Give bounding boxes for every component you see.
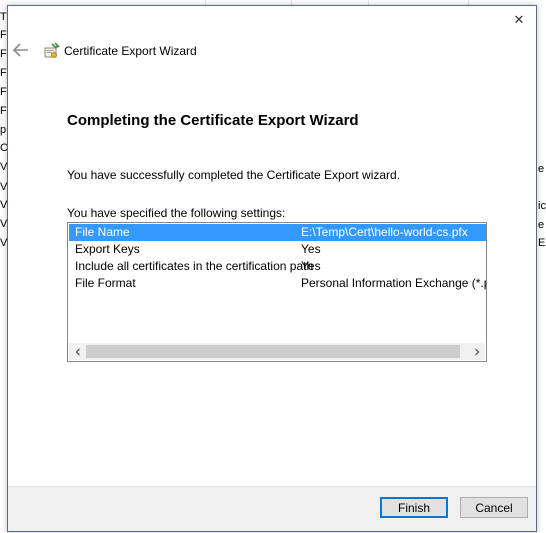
certificate-wizard-icon	[43, 42, 61, 60]
finish-button-label: Finish	[397, 500, 430, 515]
setting-name: Export Keys	[75, 242, 140, 256]
background-text: e	[538, 219, 545, 231]
page-title: Completing the Certificate Export Wizard	[67, 112, 359, 129]
background-text: E	[538, 237, 546, 249]
setting-name: File Format	[75, 276, 136, 290]
chevron-left-icon	[75, 348, 80, 355]
setting-name: File Name	[75, 225, 130, 239]
scroll-left-button[interactable]	[69, 343, 86, 360]
setting-value: E:\Temp\Cert\hello-world-cs.pfx	[301, 225, 468, 239]
close-button[interactable]: ✕	[502, 6, 536, 34]
settings-list[interactable]: File Name E:\Temp\Cert\hello-world-cs.pf…	[67, 222, 487, 362]
background-window-right: e ic e E	[537, 0, 546, 533]
cancel-button-label: Cancel	[475, 500, 513, 515]
scrollbar-thumb[interactable]	[86, 345, 460, 358]
setting-name: Include all certificates in the certific…	[75, 259, 314, 273]
chevron-right-icon	[474, 348, 479, 355]
background-text: ic	[538, 200, 546, 212]
setting-value: Yes	[301, 242, 321, 256]
list-item[interactable]: Include all certificates in the certific…	[69, 258, 486, 275]
scroll-right-button[interactable]	[468, 343, 485, 360]
background-text: e	[538, 163, 545, 175]
settings-label: You have specified the following setting…	[67, 206, 286, 220]
button-bar: Finish Cancel	[8, 486, 536, 531]
back-button[interactable]	[12, 43, 31, 59]
wizard-header-title: Certificate Export Wizard	[64, 44, 197, 58]
completion-message: You have successfully completed the Cert…	[67, 168, 401, 182]
certificate-export-wizard-dialog: ✕ Certificate Export Wizard Completing t…	[7, 5, 537, 532]
setting-value: Yes	[301, 259, 321, 273]
horizontal-scrollbar[interactable]	[69, 343, 485, 360]
setting-value: Personal Information Exchange (*.pfx)	[301, 276, 487, 290]
back-arrow-icon	[12, 43, 28, 57]
wizard-header: Certificate Export Wizard	[8, 36, 536, 66]
list-item[interactable]: Export Keys Yes	[69, 241, 486, 258]
cancel-button[interactable]: Cancel	[460, 497, 528, 518]
list-item[interactable]: File Name E:\Temp\Cert\hello-world-cs.pf…	[69, 224, 486, 241]
close-icon: ✕	[513, 12, 525, 27]
list-item[interactable]: File Format Personal Information Exchang…	[69, 275, 486, 292]
finish-button[interactable]: Finish	[380, 497, 448, 518]
